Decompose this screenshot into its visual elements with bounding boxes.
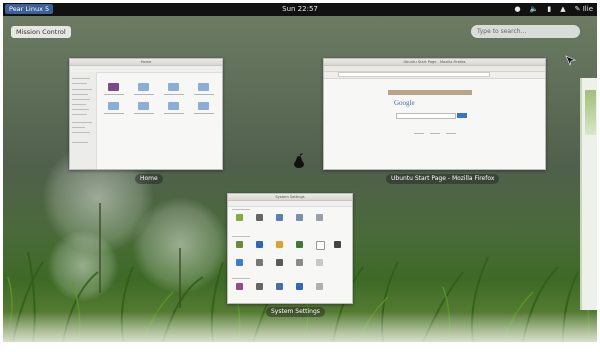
language-icon	[276, 214, 283, 221]
page-search-button[interactable]	[457, 113, 467, 118]
sidebar	[70, 72, 97, 169]
window-thumbnail-system-settings[interactable]: System Settings	[227, 193, 353, 304]
displays-icon	[296, 241, 303, 248]
volume-icon[interactable]: 🔈	[530, 3, 539, 16]
page-header-bar	[388, 90, 472, 95]
window-caption-firefox[interactable]: Ubuntu Start Page - Mozilla Firefox	[386, 174, 500, 184]
accessibility-icon[interactable]: ●	[515, 3, 521, 16]
folder-icon	[168, 102, 179, 110]
window-thumbnail-offscreen[interactable]	[580, 78, 597, 310]
tablet-icon	[316, 259, 323, 266]
user-icon	[316, 283, 323, 290]
folder-icon	[198, 83, 209, 91]
search-input[interactable]: Type to search...	[471, 25, 580, 38]
power-icon	[256, 259, 263, 266]
page-search-field[interactable]	[396, 113, 456, 119]
color-icon	[276, 241, 283, 248]
navigation-bar	[324, 72, 545, 79]
keyboard-icon	[256, 214, 263, 221]
toolbar	[228, 201, 352, 207]
security-icon	[316, 214, 323, 221]
mission-control-button[interactable]: Mission Control	[11, 26, 71, 38]
google-logo: Google	[394, 99, 415, 107]
printers-icon	[276, 259, 283, 266]
clock[interactable]: Sun 22:57	[3, 3, 597, 16]
mouse-icon	[334, 241, 341, 248]
network-icon	[236, 259, 243, 266]
user-menu[interactable]: ✎ Ilie	[575, 3, 593, 16]
window-titlebar: System Settings	[228, 194, 352, 201]
user-name: Ilie	[582, 5, 593, 13]
folder-icon	[168, 83, 179, 91]
battery-icon[interactable]: ▮	[547, 3, 551, 16]
top-bar: Pear Linux 5 Sun 22:57 ● 🔈 ▮ ▲ ✎ Ilie	[3, 3, 597, 16]
network-settings-icon	[296, 214, 303, 221]
window-caption-home[interactable]: Home	[135, 174, 163, 184]
user-accounts-icon	[296, 283, 303, 290]
folder-icon	[138, 102, 149, 110]
network-icon[interactable]: ▲	[560, 3, 565, 16]
window-titlebar: Home	[70, 59, 222, 66]
folder-icon	[108, 102, 119, 110]
pear-logo-icon	[294, 153, 304, 168]
system-tray: ● 🔈 ▮ ▲ ✎ Ilie	[515, 3, 593, 16]
mouse-cursor-icon	[565, 55, 576, 66]
sound-icon	[296, 259, 303, 266]
universal-access-icon	[276, 283, 283, 290]
folder-icon	[198, 102, 209, 110]
appearance-icon	[236, 214, 243, 221]
user-icon: ✎	[574, 5, 581, 13]
keyboard-layout-icon	[316, 241, 325, 250]
window-caption-system-settings[interactable]: System Settings	[266, 307, 325, 317]
window-titlebar: Ubuntu Start Page - Mozilla Firefox	[324, 59, 545, 66]
date-time-icon	[256, 283, 263, 290]
window-thumbnail-home[interactable]: Home	[69, 58, 223, 170]
url-field[interactable]	[338, 72, 490, 77]
details-icon	[236, 283, 243, 290]
folder-icon	[138, 83, 149, 91]
folder-icon	[108, 83, 119, 91]
desktop-frame: Pear Linux 5 Sun 22:57 ● 🔈 ▮ ▲ ✎ Ilie Mi…	[3, 3, 597, 342]
display-icon	[236, 241, 243, 248]
window-thumbnail-firefox[interactable]: Ubuntu Start Page - Mozilla Firefox Goog…	[323, 58, 546, 170]
bluetooth-icon	[256, 241, 263, 248]
